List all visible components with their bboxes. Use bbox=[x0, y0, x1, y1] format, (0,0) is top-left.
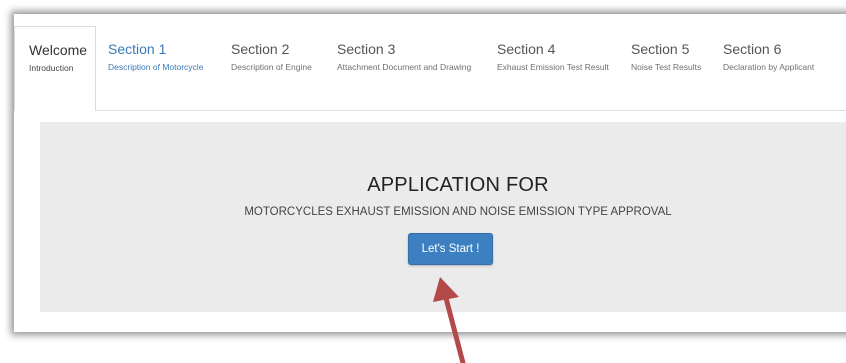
tab-title: Section 6 bbox=[723, 41, 782, 57]
application-window: Welcome Introduction Section 1 Descripti… bbox=[14, 14, 846, 332]
tab-section-6[interactable]: Section 6 Declaration by Applicant bbox=[723, 26, 814, 110]
tab-section-1[interactable]: Section 1 Description of Motorcycle bbox=[108, 26, 203, 110]
tab-subtitle: Declaration by Applicant bbox=[723, 62, 815, 72]
section-tabs: Welcome Introduction Section 1 Descripti… bbox=[14, 26, 846, 111]
tab-section-2[interactable]: Section 2 Description of Engine bbox=[231, 26, 312, 110]
page-title: APPLICATION FOR bbox=[367, 174, 549, 196]
welcome-panel: APPLICATION FOR MOTORCYCLES EXHAUST EMIS… bbox=[40, 122, 846, 312]
tab-section-4[interactable]: Section 4 Exhaust Emission Test Result bbox=[497, 26, 609, 110]
tab-title: Section 4 bbox=[497, 41, 556, 57]
tab-welcome[interactable]: Welcome Introduction bbox=[14, 26, 96, 111]
tab-subtitle: Introduction bbox=[29, 63, 74, 73]
tabs-divider bbox=[96, 110, 846, 111]
lets-start-button[interactable]: Let's Start ! bbox=[408, 233, 493, 265]
screenshot-stage: Welcome Introduction Section 1 Descripti… bbox=[0, 0, 846, 363]
tab-title: Section 1 bbox=[108, 41, 167, 57]
tab-subtitle: Noise Test Results bbox=[631, 62, 702, 72]
tab-subtitle: Exhaust Emission Test Result bbox=[497, 62, 609, 72]
tab-subtitle: Description of Motorcycle bbox=[108, 62, 204, 72]
tab-subtitle: Attachment Document and Drawing bbox=[337, 62, 472, 72]
tab-title: Welcome bbox=[29, 42, 88, 58]
page-subtitle: MOTORCYCLES EXHAUST EMISSION AND NOISE E… bbox=[244, 206, 672, 218]
tab-section-3[interactable]: Section 3 Attachment Document and Drawin… bbox=[337, 26, 471, 110]
tab-section-5[interactable]: Section 5 Noise Test Results bbox=[631, 26, 701, 110]
tab-title: Section 5 bbox=[631, 41, 690, 57]
tab-subtitle: Description of Engine bbox=[231, 62, 312, 72]
tab-title: Section 2 bbox=[231, 41, 290, 57]
tab-title: Section 3 bbox=[337, 41, 396, 57]
